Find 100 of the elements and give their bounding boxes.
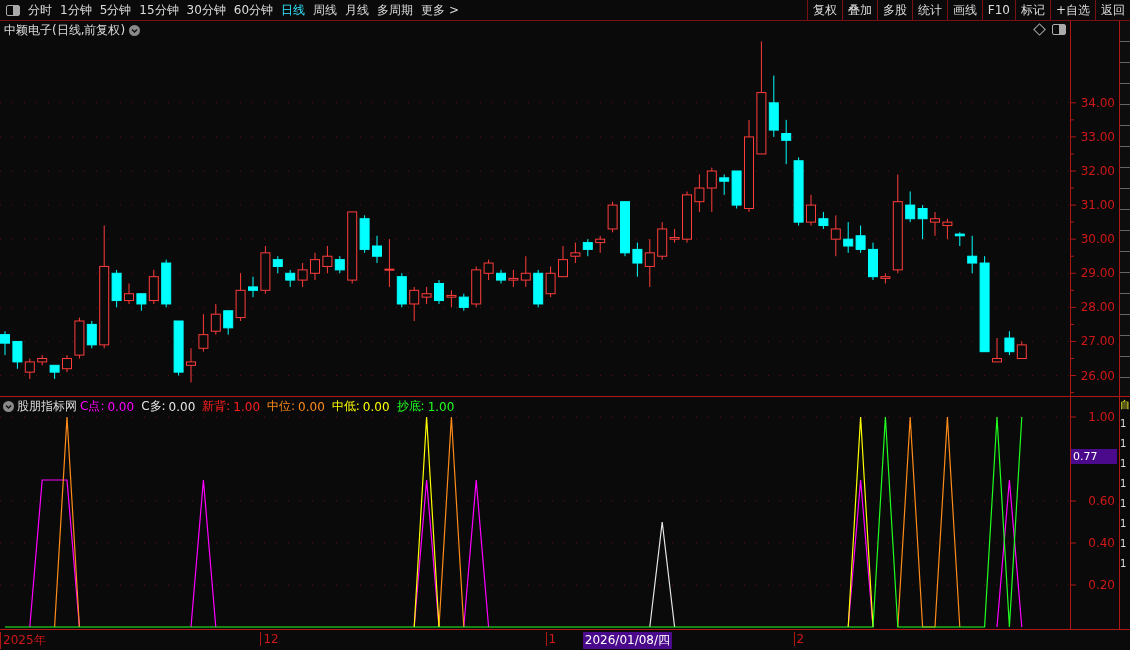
cursor-date: 2026/01/08/四 [582, 632, 672, 649]
candlestick [607, 201, 618, 233]
period-tab[interactable]: 月线 [341, 0, 374, 20]
candlestick [595, 235, 606, 254]
candlestick [843, 221, 854, 254]
legend-value: 0.00 [168, 399, 196, 414]
date-label: 1 [545, 632, 557, 646]
legend-value: 1.00 [233, 399, 261, 414]
toolbar-button[interactable]: 返回 [1095, 0, 1130, 20]
candlestick [161, 259, 172, 308]
toolbar-button[interactable]: +自选 [1049, 0, 1095, 20]
candlestick [0, 330, 10, 356]
candlestick [297, 262, 308, 288]
axis-label: 28.00 [1080, 300, 1115, 315]
candlestick [173, 320, 184, 377]
candlestick [682, 190, 692, 244]
axis-label: 27.00 [1080, 334, 1115, 349]
chevron-down-icon[interactable] [3, 401, 14, 412]
candlestick [372, 235, 382, 264]
period-tab[interactable]: 多周期 [373, 0, 418, 20]
candlestick [992, 337, 1002, 363]
candlestick [942, 218, 953, 240]
candlestick [198, 313, 209, 353]
toolbar-button[interactable]: 复权 [806, 0, 842, 20]
candlestick [558, 245, 568, 278]
toolbar-button[interactable]: 统计 [911, 0, 947, 20]
axis-label: 0.40 [1088, 536, 1115, 550]
toolbar-button[interactable]: F10 [981, 0, 1015, 20]
toolbar-button[interactable]: 标记 [1014, 0, 1050, 20]
legend-name: 中位: [267, 398, 296, 415]
side-value: 1 [1120, 477, 1128, 491]
candlestick [24, 358, 35, 380]
candlestick [396, 272, 407, 308]
axis-label: 29.00 [1080, 266, 1115, 281]
candlestick [446, 289, 457, 308]
side-value: 1 [1120, 457, 1128, 471]
side-value: 1 [1120, 557, 1128, 571]
candlestick [434, 279, 444, 305]
axis-label: 30.00 [1080, 232, 1115, 247]
legend-value: 1.00 [427, 399, 455, 414]
side-value: 1 [1120, 537, 1128, 551]
legend-name: 抄底: [396, 398, 425, 415]
chevron-down-icon[interactable] [129, 25, 141, 36]
candlestick [310, 252, 320, 281]
axis-label: 33.00 [1080, 129, 1115, 144]
period-tab[interactable]: 日线 [277, 0, 310, 20]
period-tab[interactable]: 60分钟 [229, 0, 278, 20]
candlestick [855, 225, 866, 254]
candlestick [533, 269, 544, 308]
panel-toggle-icon[interactable] [1052, 24, 1066, 35]
side-value: 1 [1120, 517, 1128, 531]
crosshair-value: 0.77 [1071, 449, 1117, 464]
date-label: 12 [260, 632, 279, 646]
side-value: 1 [1120, 437, 1128, 451]
toolbar-button[interactable]: 叠加 [841, 0, 877, 20]
side-value: 1 [1120, 497, 1128, 511]
period-tab[interactable]: 分时 [24, 0, 56, 20]
candlestick [806, 194, 816, 227]
axis-label: 32.00 [1080, 164, 1115, 178]
candlestick [37, 354, 48, 366]
candlestick [124, 283, 134, 305]
legend-name: C点: [80, 398, 105, 415]
axis-label: 1.00 [1088, 410, 1115, 424]
panel-toggle-icon[interactable] [6, 4, 20, 16]
candlestick [62, 354, 72, 373]
toolbar-button[interactable]: 画线 [946, 0, 982, 20]
toolbar-button[interactable]: 多股 [876, 0, 912, 20]
period-tab[interactable]: 5分钟 [95, 0, 136, 20]
period-tab[interactable]: 周线 [309, 0, 342, 20]
candlestick [954, 231, 965, 247]
candlestick [496, 269, 506, 284]
candlestick [458, 293, 469, 312]
candlestick [1016, 340, 1027, 359]
legend-name: 中低: [331, 398, 360, 415]
legend-value: 0.00 [107, 399, 135, 414]
candlestick [582, 238, 593, 257]
date-label: 2 [793, 632, 805, 646]
axis-label: 34.00 [1080, 95, 1115, 110]
period-tab[interactable]: 更多 > [417, 0, 463, 20]
legend-name: 新背: [202, 398, 231, 415]
candlestick [930, 211, 940, 237]
period-tab[interactable]: 15分钟 [135, 0, 183, 20]
axis-label: 31.00 [1080, 198, 1115, 213]
date-label: 2025年 [0, 632, 46, 649]
candlestick [694, 173, 705, 213]
axis-label: 0.20 [1088, 578, 1115, 592]
period-tab[interactable]: 30分钟 [182, 0, 230, 20]
candlestick [706, 167, 717, 213]
side-tab[interactable]: 自 [1120, 399, 1130, 411]
candlestick [868, 242, 878, 281]
axis-label: 0.60 [1088, 494, 1115, 508]
chart-title: 中颖电子(日线,前复权) [4, 22, 126, 39]
candlestick [384, 238, 395, 288]
legend-value: 0.00 [362, 399, 390, 414]
legend-value: 0.00 [298, 399, 325, 414]
candlestick [644, 238, 655, 288]
legend-name: C多: [141, 398, 166, 415]
candlestick [210, 303, 221, 336]
side-value: 1 [1120, 417, 1128, 431]
period-tab[interactable]: 1分钟 [56, 0, 96, 20]
